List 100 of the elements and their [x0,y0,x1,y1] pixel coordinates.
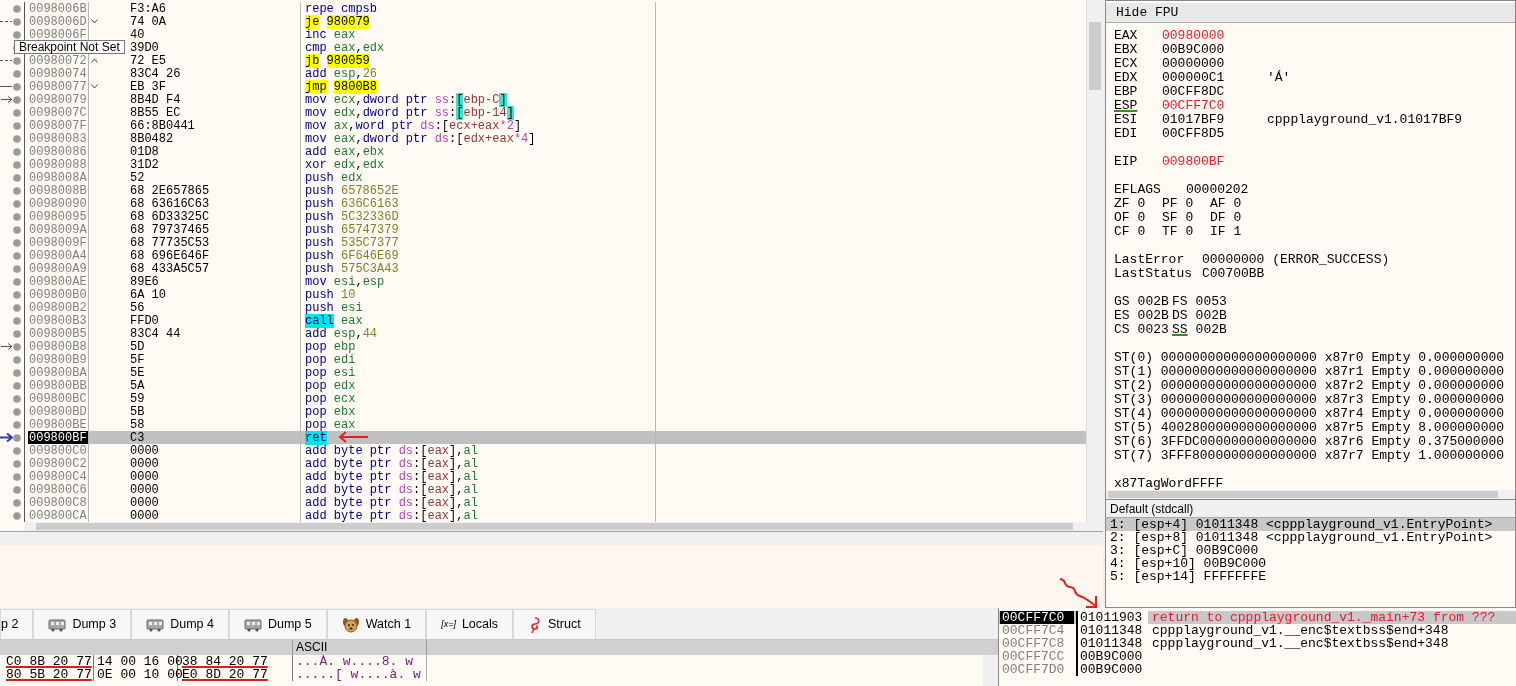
call-argument-row[interactable]: 5: [esp+14] FFFFFFFE [1106,570,1515,583]
instruction-text: repe cmpsb [305,2,377,16]
disassembly-row[interactable]: 009800BF C3 ret [0,431,1086,444]
register-name: DS [1172,309,1188,323]
disassembly-row[interactable]: 00980077 EB 3F jmp 9800B8 [0,80,1086,93]
register-value: 00000202 [1186,183,1249,197]
call-argument-row[interactable]: 2: [esp+8] 01011348 <cppplayground_v1.EntryPoint> [1106,531,1515,544]
breakpoint-dot-icon [13,277,21,286]
bytes-cell: 31D2 [130,158,159,172]
breakpoint-dot-icon [13,173,21,182]
tab[interactable]: Watch 1 [326,609,427,639]
disassembly-row[interactable]: 009800B3 FFD0 call eax [0,314,1086,327]
horizontal-scrollbar[interactable] [24,522,1103,531]
register-comment: cppplayground_v1.01017BF9 [1267,113,1463,127]
address-cell: 009800CA [28,509,88,522]
breakpoint-dot-icon [13,121,21,130]
bytes-cell: 01D8 [130,145,159,159]
scroll-thumb[interactable] [1089,22,1101,90]
bytes-cell: 68 2E657865 [130,184,210,198]
breakpoint-dot-icon [13,355,21,364]
breakpoint-dot-icon [13,160,21,169]
flag-value: CF 0 [1114,225,1147,239]
fpu-register-row: ST(1) 00000000000000000000 x87r1 Empty 0.000000000 [1114,365,1505,379]
bytes-cell: 6A 10 [130,288,166,302]
stack-value: 00B9C000 [1080,649,1143,664]
register-value: FFFF [1192,477,1224,490]
bytes-cell: 83C4 26 [130,67,181,81]
bytes-cell: 5F [130,353,145,367]
register-value: 002B [1137,295,1169,309]
fpu-register-row: ST(4) 00000000000000000000 x87r4 Empty 0.000000000 [1114,407,1505,421]
tab[interactable]: Dump 5 [228,609,327,639]
vertical-scrollbar[interactable] [1086,0,1103,522]
tab[interactable]: [x=] Locals [426,609,514,639]
bytes-cell: 5E [130,366,145,380]
register-value: 00CFF8DC [1162,84,1225,99]
call-argument-row[interactable]: 3: [esp+C] 00B9C000 [1106,544,1515,557]
bytes-cell: 52 [130,171,145,185]
hide-fpu-button[interactable]: Hide FPU [1106,3,1515,23]
register-value: 000000C1 [1162,70,1225,85]
address-cell: 00980079 [28,93,88,107]
instruction-text: add eax,ebx [305,145,385,159]
stack-row[interactable]: 00CFF7C0 01011903 return to cppplayground_v1._main+73 from ??? [999,611,1516,624]
flag-value: DF 0 [1210,211,1243,225]
scroll-thumb[interactable] [1108,491,1498,498]
stack-value: 00B9C000 [1080,662,1143,677]
stack-comment: cppplayground_v1.__enc$textbss$end+348 [1152,623,1449,638]
instruction-text: mov eax,dword ptr ds:[edx+eax*4] [305,132,536,146]
bytes-cell: 0000 [130,457,159,471]
call-argument-row[interactable]: 1: [esp+4] 01011348 <cppplayground_v1.EntryPoint> [1106,518,1515,531]
tab[interactable]: Dump 4 [131,609,229,639]
register-value: 00000000 [1162,56,1225,71]
instruction-text: push 10 [305,288,356,302]
annotation-arrow-icon [338,430,370,444]
fpu-register-row: ST(3) 00000000000000000000 x87r3 Empty 0.000000000 [1114,393,1505,407]
bytes-cell: F3:A6 [130,2,166,16]
tab[interactable]: p 2 [0,609,34,639]
breakpoint-dot-icon [13,264,21,273]
stack-row[interactable]: 00CFF7D0 00B9C000 [999,663,1516,676]
fpu-register-row: ST(7) 3FFF8000000000000000 x87r7 Empty 1.000000000 [1114,449,1505,463]
register-name: SS [1172,323,1188,337]
address-cell: 00980088 [28,158,88,172]
address-cell: 009800AE [28,275,88,289]
hex-bytes: E0 8D 20 77 [182,667,268,682]
horizontal-scrollbar[interactable] [1106,490,1515,499]
instruction-text: push esi [305,301,363,315]
call-argument-row[interactable]: 4: [esp+10] 00B9C000 [1106,557,1515,570]
breakpoint-dot-icon [13,95,21,104]
bytes-cell: 72 E5 [130,54,166,68]
register-value: 002B [1137,309,1169,323]
register-name: LastStatus [1114,266,1192,281]
tab[interactable]: Dump 3 [33,609,132,639]
tab[interactable]: Struct [513,609,596,639]
register-name: ES [1114,309,1130,323]
vertical-scrollbar[interactable] [983,655,998,686]
breakpoint-dot-icon [13,69,21,78]
register-value: 00CFF7C0 [1162,98,1225,113]
arrow-icon [0,93,13,106]
bytes-cell: 56 [130,301,145,315]
register-name: EBP [1114,84,1138,99]
register-name: EIP [1114,154,1138,169]
breakpoint-dot-icon [13,238,21,247]
breakpoint-dot-icon [13,30,21,39]
address-cell: 009800B5 [28,327,88,341]
register-name: EFLAGS [1114,182,1161,197]
instruction-text: add byte ptr ds:[eax],al [305,483,478,497]
bytes-cell: 58 [130,418,145,432]
instruction-text: pop ebx [305,405,356,419]
register-name: x87TagWord [1114,477,1192,490]
scroll-thumb[interactable] [36,523,1073,530]
breakpoint-dot-icon [13,342,21,351]
breakpoint-dot-icon [13,368,21,377]
bytes-cell: 40 [130,28,145,42]
breakpoint-dot-icon [13,498,21,507]
instruction-text: add byte ptr ds:[eax],al [305,496,478,510]
address-cell: 0098008B [28,184,88,198]
bytes-cell: 5A [130,379,145,393]
address-cell: 00980095 [28,210,88,224]
disassembly-row[interactable]: 0098006D 74 0A je 980079 [0,15,1086,28]
stack-address: 00CFF7C4 [1002,623,1065,638]
disassembly-row[interactable]: 0098007C 8B55 EC mov edx,dword ptr ss:[ebp-14] [0,106,1086,119]
